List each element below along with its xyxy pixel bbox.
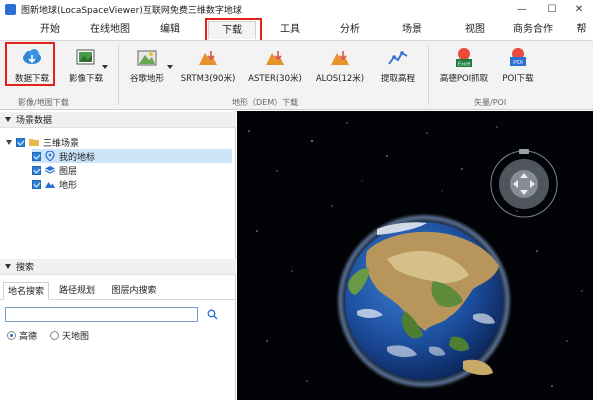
north-indicator-icon[interactable] — [519, 149, 529, 154]
ribbon-toolbar: 数据下载 影像下载 影像/地图下载 谷歌地形 SRTM3(90米) ASTER(… — [0, 40, 593, 110]
chevron-down-icon — [167, 65, 173, 69]
group-divider — [118, 45, 119, 105]
amap-poi-fetch-label: 高德POI抓取 — [439, 74, 489, 84]
source-option-amap[interactable]: 高德 — [7, 329, 38, 342]
tab-online-map[interactable]: 在线地图 — [82, 21, 138, 39]
source-label: 天地图 — [62, 331, 90, 342]
srtm-icon — [197, 47, 219, 69]
checkbox-layers[interactable] — [32, 165, 41, 175]
aster-label: ASTER(30米) — [248, 74, 302, 84]
alos-button[interactable]: ALOS(12米) — [312, 45, 368, 93]
source-option-tianditu[interactable]: 天地图 — [50, 329, 90, 342]
expand-icon[interactable] — [6, 139, 12, 145]
close-button[interactable]: ✕ — [565, 0, 593, 18]
amap-poi-fetch-button[interactable]: Excel 高德POI抓取 — [434, 45, 494, 93]
search-title: 搜索 — [16, 263, 35, 273]
tab-tools[interactable]: 工具 — [270, 21, 310, 39]
aster-icon — [264, 47, 286, 69]
search-icon[interactable] — [207, 309, 218, 320]
tab-analysis[interactable]: 分析 — [330, 21, 370, 39]
collapse-icon — [5, 264, 11, 269]
window-title: 图新地球(LocaSpaceViewer)互联网免费三维数字地球 — [21, 5, 242, 16]
srtm3-label: SRTM3(90米) — [180, 74, 236, 84]
tab-scene[interactable]: 场景 — [392, 21, 432, 39]
image-download-icon — [75, 47, 97, 69]
alos-icon — [329, 47, 351, 69]
title-bar: 图新地球(LocaSpaceViewer)互联网免费三维数字地球 — ☐ ✕ — [0, 0, 593, 18]
scene-data-header[interactable]: 场景数据 — [0, 112, 236, 128]
excel-badge-text: Excel — [458, 62, 470, 68]
tab-business[interactable]: 商务合作 — [505, 21, 561, 39]
extract-elevation-icon — [387, 47, 409, 69]
extract-elevation-label: 提取高程 — [380, 74, 415, 84]
tab-view[interactable]: 视图 — [455, 21, 495, 39]
chevron-down-icon — [102, 65, 108, 69]
tab-layer-search[interactable]: 图层内搜索 — [106, 282, 162, 300]
radio-tianditu[interactable] — [50, 330, 59, 340]
image-download-button[interactable]: 影像下载 — [62, 45, 110, 93]
tab-help[interactable]: 帮 — [570, 21, 593, 39]
search-header[interactable]: 搜索 — [0, 259, 236, 275]
globe-scene[interactable] — [237, 111, 593, 400]
folder-icon — [29, 139, 39, 146]
tree-label: 三维场景 — [43, 138, 80, 149]
alos-label: ALOS(12米) — [315, 74, 365, 84]
google-terrain-label: 谷歌地形 — [129, 74, 164, 84]
tree-item-layers[interactable]: 图层 — [32, 163, 232, 177]
checkbox-my-placemarks[interactable] — [32, 151, 41, 161]
group-label-vector-poi: 矢量/POI — [474, 98, 507, 107]
tab-place-search[interactable]: 地名搜索 — [3, 282, 49, 300]
group-label-imagery: 影像/地图下载 — [18, 98, 69, 107]
poi-badge-text: POI — [513, 60, 523, 66]
highlight-data-download — [5, 42, 55, 86]
left-panel: 场景数据 三维场景 我的地标 图层 地形 搜索 地名搜索 路径规划 图层内搜索 … — [0, 111, 236, 400]
checkbox-terrain[interactable] — [32, 179, 41, 189]
menu-bar: 开始 在线地图 编辑 下载 工具 分析 场景 视图 商务合作 帮 — [0, 18, 593, 40]
tree-item-my-placemarks[interactable]: 我的地标 — [32, 149, 232, 163]
search-input[interactable] — [5, 307, 198, 322]
aster-button[interactable]: ASTER(30米) — [244, 45, 306, 93]
earth-globe[interactable] — [336, 213, 512, 389]
tab-edit[interactable]: 编辑 — [150, 21, 190, 39]
tree-label: 地形 — [59, 180, 78, 191]
tree-item-3d-scene[interactable]: 三维场景 — [6, 135, 232, 149]
highlight-download-tab — [205, 18, 262, 42]
srtm3-button[interactable]: SRTM3(90米) — [178, 45, 238, 93]
placemark-icon — [45, 151, 55, 161]
poi-download-label: POI下载 — [502, 74, 534, 84]
radio-amap[interactable] — [7, 330, 16, 340]
scene-data-title: 场景数据 — [16, 116, 53, 126]
google-terrain-button[interactable]: 谷歌地形 — [124, 45, 173, 93]
app-logo-icon — [5, 3, 16, 15]
terrain-icon — [45, 182, 55, 188]
maximize-button[interactable]: ☐ — [538, 0, 566, 18]
tree-label: 我的地标 — [59, 152, 96, 163]
poi-download-icon: POI — [507, 47, 529, 69]
google-terrain-icon — [136, 47, 158, 69]
extract-elevation-button[interactable]: 提取高程 — [374, 45, 422, 93]
tab-route-planning[interactable]: 路径规划 — [54, 282, 100, 300]
tree-label: 图层 — [59, 166, 78, 177]
group-label-dem: 地形（DEM）下载 — [232, 98, 299, 107]
collapse-icon — [5, 117, 11, 122]
layers-icon — [45, 166, 55, 174]
image-download-label: 影像下载 — [68, 74, 103, 84]
navigation-compass[interactable] — [490, 149, 558, 218]
globe-viewport[interactable] — [237, 111, 593, 400]
tab-start[interactable]: 开始 — [28, 21, 72, 39]
excel-poi-icon: Excel — [453, 47, 475, 69]
tree-item-terrain[interactable]: 地形 — [32, 177, 232, 191]
minimize-button[interactable]: — — [508, 0, 536, 18]
poi-download-button[interactable]: POI POI下载 — [496, 45, 540, 93]
search-tab-strip: 地名搜索 路径规划 图层内搜索 — [0, 282, 236, 300]
checkbox-3d-scene[interactable] — [16, 137, 25, 147]
source-label: 高德 — [19, 331, 38, 342]
group-divider — [428, 45, 429, 105]
